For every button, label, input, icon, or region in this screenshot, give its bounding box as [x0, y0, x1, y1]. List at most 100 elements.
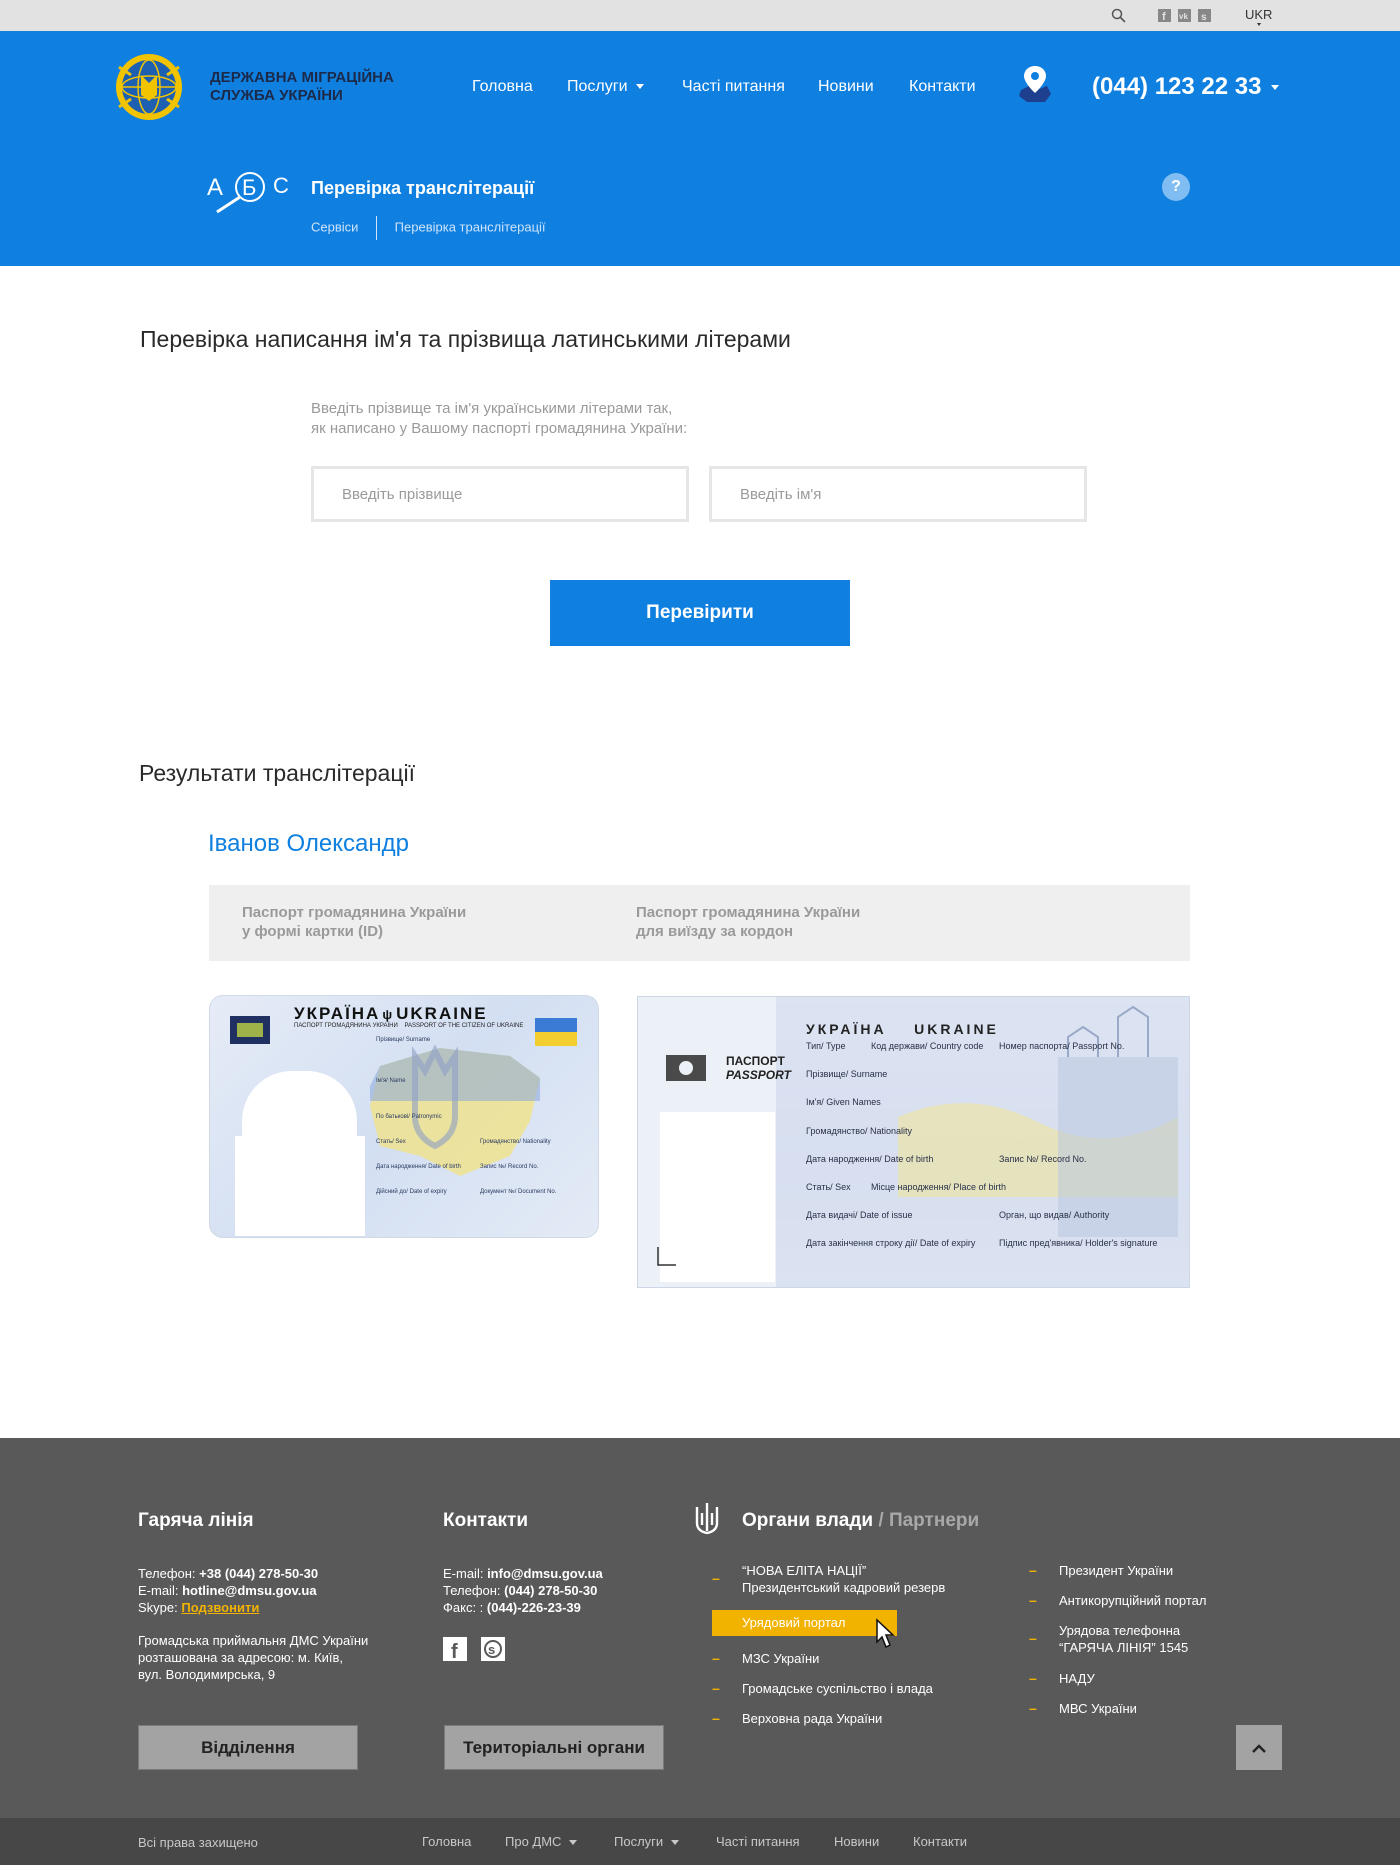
check-button[interactable]: Перевірити — [550, 580, 850, 646]
mouse-cursor-icon — [875, 1618, 897, 1655]
footer-nav-home[interactable]: Головна — [422, 1834, 471, 1849]
svg-text:Б: Б — [242, 175, 256, 200]
language-selector[interactable]: UKR — [1245, 7, 1272, 22]
passport-field-signature: Підпис пред'явника/ Holder's signature — [999, 1238, 1158, 1248]
hotline-phone[interactable]: +38 (044) 278-50-30 — [199, 1566, 318, 1581]
partners-title: Органи влади / Партнери — [742, 1510, 979, 1532]
partner-link-elite-line2: Президентський кадровий резерв — [742, 1580, 946, 1595]
org-name: ДЕРЖАВНА МІГРАЦІЙНА СЛУЖБА УКРАЇНИ — [210, 69, 394, 105]
partner-link-elite-label: “НОВА ЕЛІТА НАЦІЇ” Президентський кадров… — [742, 1562, 945, 1596]
svg-text:s: s — [488, 1642, 495, 1657]
passport-field-nationality: Громадянство/ Nationality — [806, 1126, 912, 1136]
skype-icon[interactable]: s — [1198, 9, 1211, 27]
nav-news[interactable]: Новини — [818, 78, 874, 96]
vk-icon[interactable]: vk — [1178, 9, 1191, 27]
svg-text:vk: vk — [1179, 12, 1188, 21]
footer-nav-services-label: Послуги — [614, 1834, 664, 1849]
branches-button[interactable]: Відділення — [138, 1725, 358, 1770]
chevron-up-icon — [1252, 1743, 1266, 1753]
list-dash: – — [1029, 1700, 1037, 1716]
footer-nav-about[interactable]: Про ДМС — [505, 1834, 578, 1849]
facebook-icon[interactable]: f — [1158, 9, 1171, 27]
form-heading: Перевірка написання ім'я та прізвища лат… — [140, 326, 791, 352]
id-card-field-nationality: Громадянство/ Nationality — [480, 1139, 551, 1145]
search-icon[interactable] — [1111, 8, 1126, 28]
contacts-fax-label: Факс: : — [443, 1600, 487, 1615]
passport-title: УКРАЇНА UKRAINE — [806, 1021, 999, 1037]
hotline-phone-row: Телефон: +38 (044) 278-50-30 — [138, 1565, 318, 1582]
hotline-email[interactable]: hotline@dmsu.gov.ua — [182, 1583, 317, 1598]
location-pin-icon[interactable] — [1017, 64, 1053, 109]
contacts-email-label: E-mail: — [443, 1566, 488, 1581]
form-instructions: Введіть прізвище та ім'я українськими лі… — [311, 399, 687, 439]
id-card-title: УКРАЇНА ψ UKRAINE — [294, 1004, 488, 1023]
nav-faq[interactable]: Часті питання — [682, 78, 785, 96]
partner-link-hotline-1545-line2: “ГАРЯЧА ЛІНІЯ” 1545 — [1059, 1640, 1189, 1655]
form-instructions-line2: як написано у Вашому паспорті громадянин… — [311, 420, 688, 437]
language-caret-icon — [1257, 23, 1261, 26]
svg-text:f: f — [451, 1641, 458, 1661]
contacts-phone-label: Телефон: — [443, 1583, 505, 1598]
org-name-line2: СЛУЖБА УКРАЇНИ — [210, 87, 343, 104]
partners-title-sub[interactable]: Партнери — [889, 1510, 979, 1531]
passport-field-surname: Прізвище/ Surname — [806, 1069, 888, 1079]
passport-field-names: Ім'я/ Given Names — [806, 1097, 881, 1107]
partner-link-elite-line1: “НОВА ЕЛІТА НАЦІЇ” — [742, 1563, 867, 1578]
partner-link-president-label: Президент України — [1059, 1563, 1174, 1578]
svg-text:С: С — [273, 173, 289, 198]
org-name-line1: ДЕРЖАВНА МІГРАЦІЙНА — [210, 69, 394, 86]
hotline-title: Гаряча лінія — [138, 1510, 254, 1531]
footer-nav-faq[interactable]: Часті питання — [716, 1834, 800, 1849]
footer-nav-about-label: Про ДМС — [505, 1834, 562, 1849]
name-input[interactable]: Введіть ім'я — [709, 466, 1087, 522]
passport-image: УКРАЇНА UKRAINE ПАСПОРТ PASSPORT Тип/ Ty… — [637, 996, 1190, 1288]
nav-home[interactable]: Головна — [472, 78, 533, 96]
partner-link-anticorruption-label: Антикорупційний портал — [1059, 1593, 1207, 1608]
results-heading: Результати транслітерації — [139, 760, 416, 786]
nav-contacts[interactable]: Контакти — [909, 78, 976, 96]
dms-emblem-logo[interactable] — [113, 51, 185, 128]
passport-field-country: Код держави/ Country code — [871, 1041, 984, 1051]
breadcrumb-item-current: Перевірка транслітерації — [394, 219, 546, 235]
surname-input[interactable]: Введіть прізвище — [311, 466, 689, 522]
territorial-bodies-button[interactable]: Територіальні органи — [444, 1725, 664, 1770]
skype-icon[interactable]: s — [481, 1637, 505, 1666]
chevron-down-icon — [1271, 85, 1280, 91]
id-card-field-docno: Документ №/ Document No. — [480, 1189, 557, 1195]
nav-services[interactable]: Послуги — [567, 78, 644, 96]
contacts-phone[interactable]: (044) 278-50-30 — [504, 1583, 597, 1598]
skype-call-link[interactable]: Подзвонити — [181, 1600, 259, 1615]
facebook-icon[interactable]: f — [443, 1637, 467, 1666]
chevron-down-icon — [671, 1840, 680, 1846]
passport-field-birthplace: Місце народження/ Place of birth — [871, 1182, 1006, 1192]
passport-field-authority: Орган, що видав/ Authority — [999, 1210, 1110, 1220]
id-card-image: УКРАЇНА ψ UKRAINE ПАСПОРТ ГРОМАДЯНИНА УКРА… — [209, 995, 599, 1238]
chevron-down-icon — [635, 84, 644, 90]
footer-nav-services[interactable]: Послуги — [614, 1834, 680, 1849]
doc-type-passport-line2: для виїзду за кордон — [636, 923, 794, 940]
doc-type-id-card-line1: Паспорт громадянина України — [242, 904, 467, 921]
doc-type-passport: Паспорт громадянина України для виїзду з… — [636, 903, 860, 941]
footer-nav-contacts[interactable]: Контакти — [913, 1834, 967, 1849]
partner-link-gov-portal[interactable]: Урядовий портал — [712, 1610, 897, 1636]
hotline-phone-label: Телефон: — [138, 1566, 200, 1581]
passport-field-sex: Стать/ Sex — [806, 1182, 851, 1192]
breadcrumb-item-services[interactable]: Сервіси — [311, 219, 358, 234]
hotline-email-row: E-mail: hotline@dmsu.gov.ua — [138, 1582, 318, 1599]
nav-services-label: Послуги — [567, 78, 628, 95]
document-types-header: Паспорт громадянина України у формі карт… — [209, 885, 1190, 961]
list-dash: – — [712, 1650, 720, 1666]
partners-title-main[interactable]: Органи влади — [742, 1510, 873, 1531]
header-phone[interactable]: (044) 123 22 33 — [1092, 73, 1280, 101]
contacts-fax: (044)-226-23-39 — [486, 1600, 581, 1615]
partner-link-rada-label: Верховна рада України — [742, 1711, 883, 1726]
contacts-email[interactable]: info@dmsu.gov.ua — [487, 1566, 603, 1581]
scroll-to-top-button[interactable] — [1236, 1725, 1282, 1770]
help-icon[interactable]: ? — [1162, 173, 1190, 201]
contacts-title: Контакти — [443, 1510, 529, 1531]
copyright-text: Всі права захищено — [138, 1835, 258, 1850]
partner-link-mfa-label: МЗС України — [742, 1651, 820, 1666]
passport-field-expiry: Дата закінчення строку дії/ Date of expi… — [806, 1238, 976, 1248]
footer-nav-news[interactable]: Новини — [834, 1834, 879, 1849]
result-name: Іванов Олександр — [208, 830, 409, 857]
